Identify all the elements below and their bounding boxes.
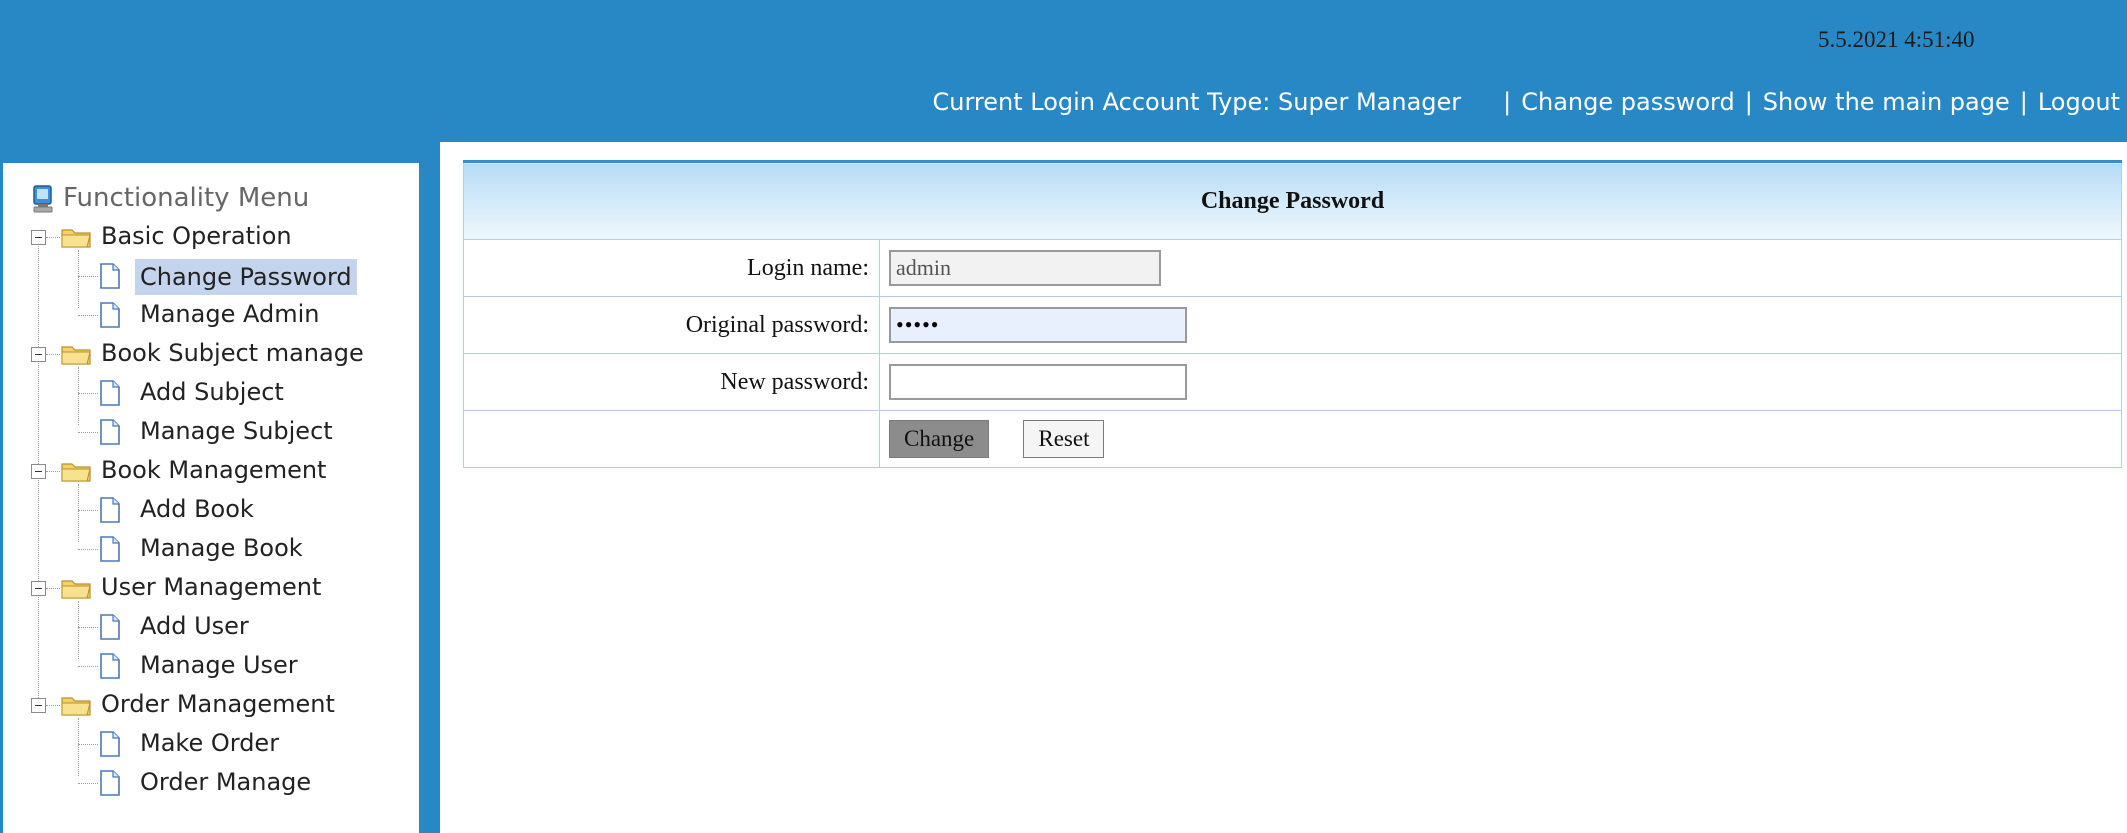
tree-group-label: Book Subject manage xyxy=(101,339,364,367)
tree-collapse-toggle[interactable] xyxy=(31,347,46,362)
sidebar-item-label: Add Subject xyxy=(140,378,284,406)
header-bar: 5.5.2021 4:51:40 Current Login Account T… xyxy=(0,0,2127,142)
new-password-label: New password: xyxy=(463,353,880,411)
document-icon xyxy=(100,419,120,445)
original-password-label: Original password: xyxy=(463,296,880,354)
sidebar-item-label: Manage Subject xyxy=(140,417,333,445)
reset-button[interactable]: Reset xyxy=(1023,420,1105,458)
menu-title: Functionality Menu xyxy=(63,183,310,213)
document-icon xyxy=(100,302,120,328)
functionality-tree: Functionality Menu Basic Operation Change… xyxy=(3,163,419,833)
change-button[interactable]: Change xyxy=(889,420,990,458)
sidebar-item-label: Order Manage xyxy=(140,768,312,796)
tree-group-label: Basic Operation xyxy=(101,222,292,250)
nav-separator: | xyxy=(1744,88,1753,116)
document-icon xyxy=(100,731,120,757)
document-icon xyxy=(100,263,120,289)
document-icon xyxy=(100,653,120,679)
sidebar-item-label: Make Order xyxy=(140,729,280,757)
document-icon xyxy=(100,770,120,796)
form-title: Change Password xyxy=(463,160,2122,240)
nav-separator: | xyxy=(2019,88,2028,116)
original-password-input[interactable] xyxy=(889,307,1187,343)
tree-collapse-toggle[interactable] xyxy=(31,230,46,245)
nav-separator: | xyxy=(1503,88,1512,116)
document-icon xyxy=(100,536,120,562)
change-password-form: Change Password Login name: Original pas… xyxy=(463,160,2122,468)
folder-icon xyxy=(61,697,91,716)
folder-icon xyxy=(61,463,91,482)
sidebar-item-label: Add Book xyxy=(140,495,254,523)
tree-collapse-toggle[interactable] xyxy=(31,698,46,713)
document-icon xyxy=(100,497,120,523)
datetime-display: 5.5.2021 4:51:40 xyxy=(1818,27,1975,52)
folder-icon xyxy=(61,229,91,248)
tree-group-label: User Management xyxy=(101,573,322,601)
account-type-text: Current Login Account Type: Super Manage… xyxy=(932,88,1462,116)
document-icon xyxy=(100,614,120,640)
sidebar-item-label: Manage Admin xyxy=(140,300,320,328)
main-content: Change Password Login name: Original pas… xyxy=(440,142,2127,833)
tree-collapse-toggle[interactable] xyxy=(31,464,46,479)
top-nav: Current Login Account Type: Super Manage… xyxy=(932,84,2120,120)
login-name-label: Login name: xyxy=(463,239,880,297)
folder-icon xyxy=(61,346,91,365)
show-main-page-link[interactable]: Show the main page xyxy=(1763,88,2010,116)
folder-icon xyxy=(61,580,91,599)
document-icon xyxy=(100,380,120,406)
computer-icon xyxy=(33,185,53,213)
change-password-link[interactable]: Change password xyxy=(1521,88,1734,116)
tree-collapse-toggle[interactable] xyxy=(31,581,46,596)
sidebar: Functionality Menu Basic Operation Change… xyxy=(3,163,419,833)
sidebar-item-label: Add User xyxy=(140,612,249,640)
tree-group-label: Book Management xyxy=(101,456,327,484)
new-password-input[interactable] xyxy=(889,364,1187,400)
tree-group-label: Order Management xyxy=(101,690,335,718)
sidebar-item-label: Manage Book xyxy=(140,534,303,562)
sidebar-item-label: Manage User xyxy=(140,651,298,679)
login-name-input[interactable] xyxy=(889,250,1161,286)
logout-link[interactable]: Logout xyxy=(2038,88,2120,116)
sidebar-item-label: Change Password xyxy=(135,259,357,295)
